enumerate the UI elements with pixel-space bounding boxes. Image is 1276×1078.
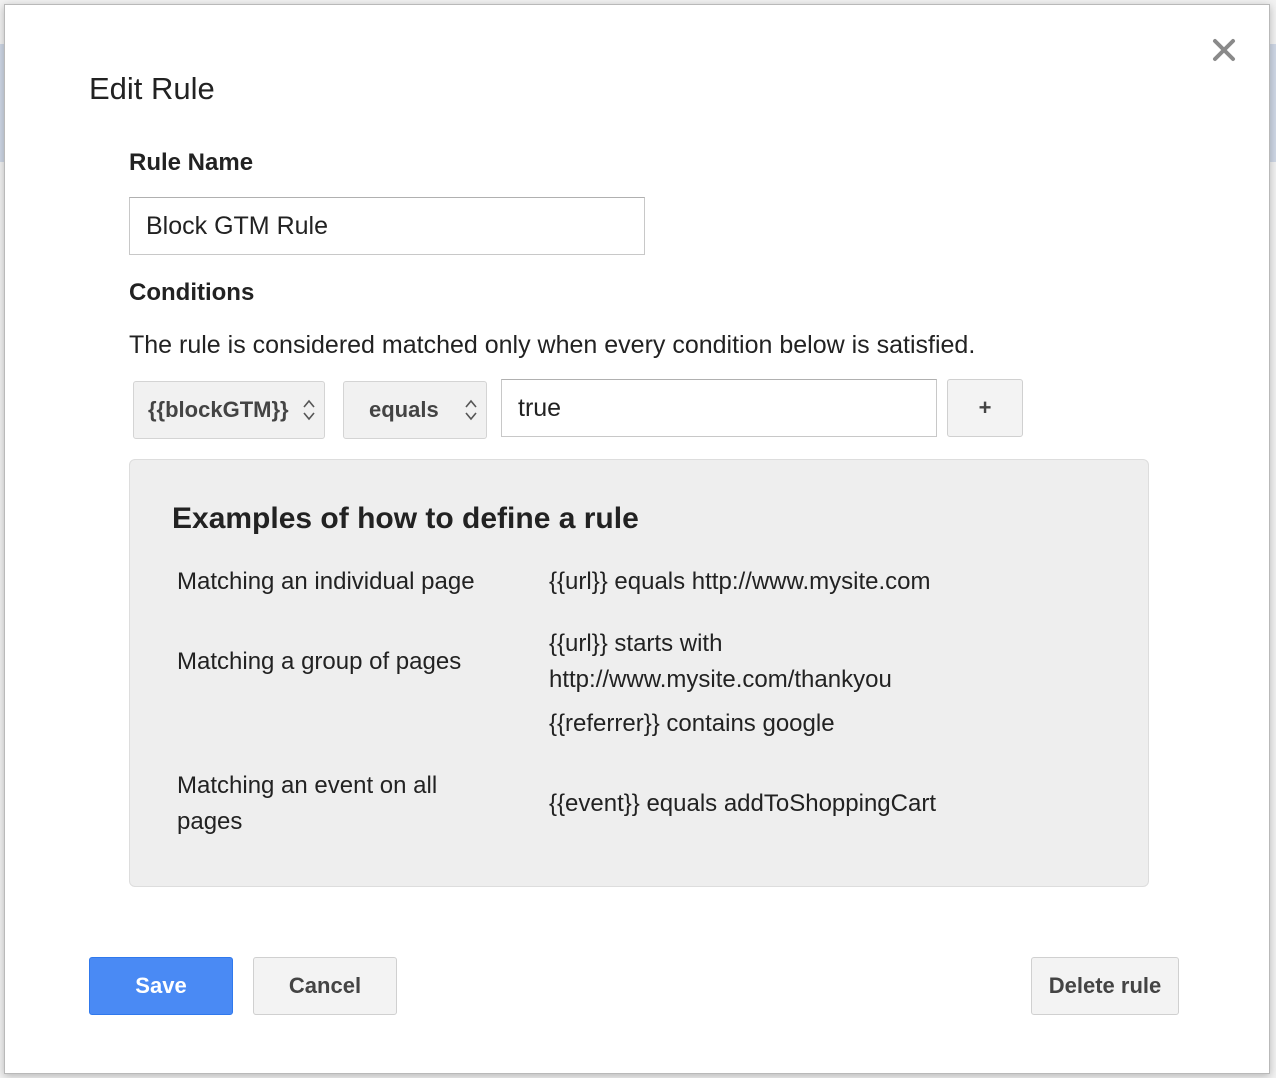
condition-operator-select[interactable]: equals — [343, 381, 487, 439]
examples-panel: Examples of how to define a rule Matchin… — [129, 459, 1149, 887]
condition-value-input[interactable] — [501, 379, 937, 437]
example-label: Matching a group of pages — [177, 648, 462, 675]
save-button[interactable]: Save — [89, 957, 233, 1015]
close-icon[interactable] — [1209, 35, 1239, 65]
close-button[interactable] — [1209, 35, 1239, 65]
example-label: pages — [177, 808, 243, 835]
condition-operator-value: equals — [369, 397, 439, 422]
rule-name-label: Rule Name — [129, 149, 254, 176]
conditions-description: The rule is considered matched only when… — [129, 331, 976, 359]
delete-rule-button[interactable]: Delete rule — [1031, 957, 1179, 1015]
example-rule: {{url}} starts with — [549, 630, 723, 657]
cancel-button[interactable]: Cancel — [253, 957, 397, 1015]
example-rule: {{url}} equals http://www.mysite.com — [549, 568, 931, 595]
condition-variable-select[interactable]: {{blockGTM}} — [133, 381, 325, 439]
example-label: Matching an event on all — [177, 772, 438, 799]
examples-title: Examples of how to define a rule — [172, 502, 639, 535]
conditions-label: Conditions — [129, 279, 255, 306]
updown-chevron-icon — [302, 396, 316, 430]
example-rule: http://www.mysite.com/thankyou — [549, 666, 892, 693]
updown-chevron-icon — [464, 396, 478, 430]
edit-rule-dialog: Edit Rule Rule Name Conditions The rule … — [4, 4, 1270, 1074]
background-page-edge — [1270, 44, 1276, 162]
condition-variable-value: {{blockGTM}} — [148, 397, 289, 422]
dialog-title: Edit Rule — [89, 71, 215, 106]
add-condition-button[interactable]: + — [947, 379, 1023, 437]
rule-name-input[interactable] — [129, 197, 645, 255]
example-rule: {{referrer}} contains google — [549, 710, 835, 737]
example-rule: {{event}} equals addToShoppingCart — [549, 790, 936, 817]
example-label: Matching an individual page — [177, 568, 475, 595]
